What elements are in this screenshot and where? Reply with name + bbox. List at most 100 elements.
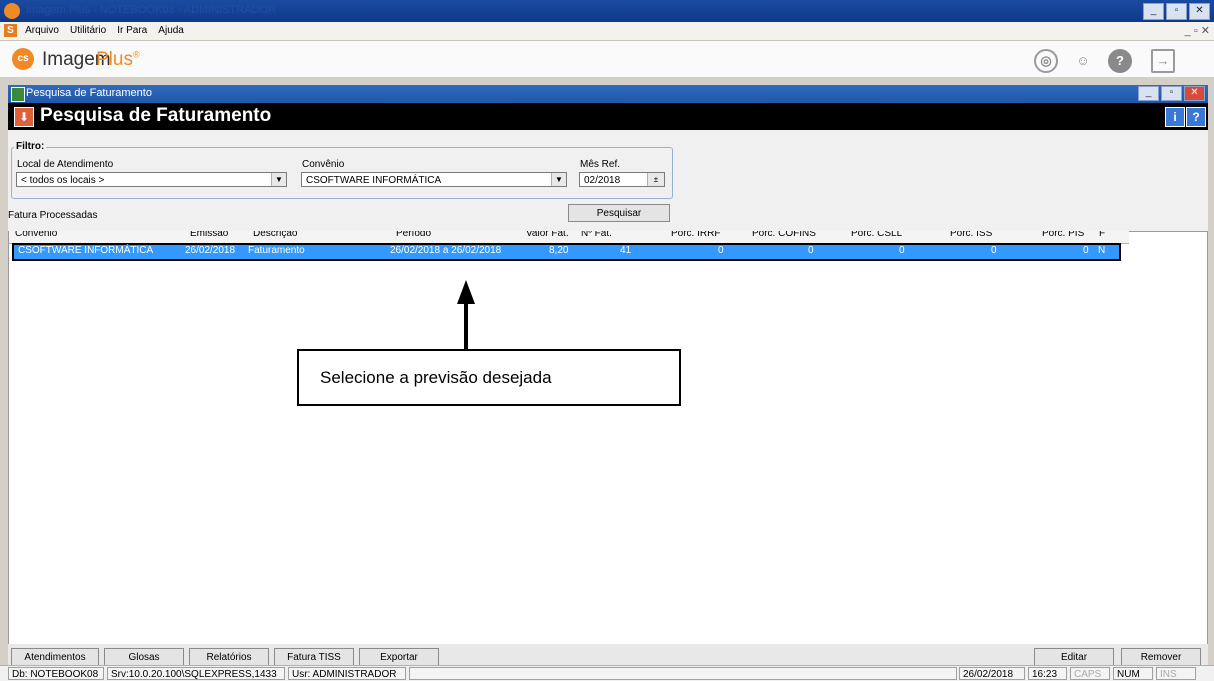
form-maximize-button[interactable]: ▫ <box>1161 86 1182 101</box>
cell-emissao: 26/02/2018 <box>185 245 236 256</box>
status-user: Usr: ADMINISTRADOR <box>288 667 406 680</box>
exportar-label: Exportar <box>380 652 418 663</box>
form-icon <box>11 87 25 102</box>
cell-descricao: Faturamento <box>248 245 305 256</box>
mes-field[interactable]: 02/2018 ± <box>579 172 665 187</box>
form-window-title: Pesquisa de Faturamento <box>26 87 152 99</box>
search-button[interactable]: Pesquisar <box>568 204 670 222</box>
cell-csll: 0 <box>899 245 905 256</box>
app-title-bar: Imagem Plus - NOTEBOOK08 - ADMINISTRADOR… <box>0 0 1214 22</box>
relatorios-button[interactable]: Relatórios <box>189 648 269 666</box>
restore-button[interactable]: ▫ <box>1166 3 1187 20</box>
mdi-controls[interactable]: _ ▫ ✕ <box>1185 24 1210 37</box>
menu-ir-para[interactable]: Ir Para <box>117 22 147 40</box>
remover-label: Remover <box>1140 652 1182 663</box>
cell-irrf: 0 <box>718 245 724 256</box>
logo-badge: cs <box>12 48 34 70</box>
atendimentos-button[interactable]: Atendimentos <box>11 648 99 666</box>
col-emissao[interactable]: Emissão <box>190 231 228 239</box>
editar-label: Editar <box>1060 652 1088 663</box>
brand-toolbar: cs Imagem Plus® ◎ ☺ ? → <box>0 41 1214 78</box>
status-ins: INS <box>1156 667 1196 680</box>
annotation-text: Selecione a previsão desejada <box>320 368 552 387</box>
col-convenio[interactable]: Convênio <box>15 231 57 239</box>
filter-legend: Filtro: <box>14 141 47 152</box>
col-cofins[interactable]: Porc. COFINS <box>752 231 816 239</box>
form-close-button[interactable]: ✕ <box>1184 86 1205 101</box>
status-num: NUM <box>1113 667 1153 680</box>
glosas-button[interactable]: Glosas <box>104 648 184 666</box>
spin-icon[interactable]: ± <box>647 173 664 186</box>
results-grid[interactable] <box>8 231 1208 645</box>
app-logo-icon <box>4 3 20 19</box>
editar-button[interactable]: Editar <box>1034 648 1114 666</box>
fatura-tiss-label: Fatura TISS <box>287 652 341 663</box>
window-controls: _ ▫ ✕ <box>1141 3 1210 20</box>
cell-iss: 0 <box>991 245 997 256</box>
header-icon: ⬇ <box>14 107 34 127</box>
cell-pis: 0 <box>1083 245 1089 256</box>
annotation-arrow <box>464 302 468 350</box>
fatura-tiss-button[interactable]: Fatura TISS <box>274 648 354 666</box>
status-time: 16:23 <box>1028 667 1067 680</box>
col-irrf[interactable]: Porc. IRRF <box>671 231 720 239</box>
glosas-label: Glosas <box>128 652 160 663</box>
local-label: Local de Atendimento <box>17 159 114 170</box>
cell-num: 41 <box>620 245 632 256</box>
form-header: ⬇ Pesquisa de Faturamento i ? <box>8 103 1208 130</box>
convenio-value: CSOFTWARE INFORMÁTICA <box>306 175 442 186</box>
chevron-down-icon[interactable]: ▼ <box>551 173 566 186</box>
col-periodo[interactable]: Período <box>396 231 431 239</box>
status-db: Db: NOTEBOOK08 <box>8 667 104 680</box>
status-date: 26/02/2018 <box>959 667 1025 680</box>
menu-arquivo[interactable]: Arquivo <box>25 22 59 40</box>
col-iss[interactable]: Porc. ISS <box>950 231 992 239</box>
col-csll[interactable]: Porc. CSLL <box>851 231 902 239</box>
logo-text-plus: Plus® <box>96 49 140 70</box>
user-icon[interactable]: ☺ <box>1071 49 1095 73</box>
col-f[interactable]: F <box>1099 231 1105 239</box>
app-title: Imagem Plus - NOTEBOOK08 - ADMINISTRADOR <box>26 4 276 16</box>
arrow-up-icon <box>457 280 475 304</box>
col-pis[interactable]: Porc. PIS <box>1042 231 1084 239</box>
close-button[interactable]: ✕ <box>1189 3 1210 20</box>
convenio-label: Convênio <box>302 159 345 170</box>
minimize-button[interactable]: _ <box>1143 3 1164 20</box>
mes-label: Mês Ref. <box>580 159 621 170</box>
convenio-select[interactable]: CSOFTWARE INFORMÁTICA ▼ <box>301 172 567 187</box>
grid-title: Fatura Processadas <box>8 210 98 221</box>
status-bar: Db: NOTEBOOK08 Srv:10.0.20.100\SQLEXPRES… <box>0 665 1214 681</box>
cell-valor: 8,20 <box>549 245 569 256</box>
remover-button[interactable]: Remover <box>1121 648 1201 666</box>
col-descricao[interactable]: Descrição <box>253 231 297 239</box>
col-valor[interactable]: Valor Fat. <box>526 231 569 239</box>
local-select[interactable]: < todos os locais > ▼ <box>16 172 287 187</box>
exportar-button[interactable]: Exportar <box>359 648 439 666</box>
menu-bar: S Arquivo Utilitário Ir Para Ajuda _ ▫ ✕ <box>0 22 1214 41</box>
local-value: < todos os locais > <box>21 175 105 186</box>
form-title-bar: Pesquisa de Faturamento _ ▫ ✕ <box>8 85 1208 103</box>
exit-icon[interactable]: → <box>1151 49 1175 73</box>
app-menu-icon[interactable]: S <box>4 24 17 37</box>
table-row[interactable]: CSOFTWARE INFORMÁTICA 26/02/2018 Faturam… <box>12 243 1121 261</box>
atendimentos-label: Atendimentos <box>24 652 86 663</box>
help-button[interactable]: ? <box>1186 107 1206 127</box>
status-caps: CAPS <box>1070 667 1110 680</box>
search-button-label: Pesquisar <box>596 208 642 219</box>
menu-utilitario[interactable]: Utilitário <box>70 22 106 40</box>
col-num[interactable]: Nº Fat. <box>581 231 612 239</box>
status-server: Srv:10.0.20.100\SQLEXPRESS,1433 <box>107 667 285 680</box>
menu-ajuda[interactable]: Ajuda <box>158 22 184 40</box>
globe-icon[interactable]: ◎ <box>1034 49 1058 73</box>
cell-convenio: CSOFTWARE INFORMÁTICA <box>18 245 154 256</box>
form-window-controls: _ ▫ ✕ <box>1136 86 1205 101</box>
relatorios-label: Relatórios <box>206 652 252 663</box>
chevron-down-icon[interactable]: ▼ <box>271 173 286 186</box>
mes-value: 02/2018 <box>584 175 621 186</box>
cell-cofins: 0 <box>808 245 814 256</box>
form-minimize-button[interactable]: _ <box>1138 86 1159 101</box>
info-button[interactable]: i <box>1165 107 1185 127</box>
help-icon[interactable]: ? <box>1108 49 1132 73</box>
cell-f: N <box>1098 245 1106 256</box>
cell-periodo: 26/02/2018 a 26/02/2018 <box>390 245 502 256</box>
